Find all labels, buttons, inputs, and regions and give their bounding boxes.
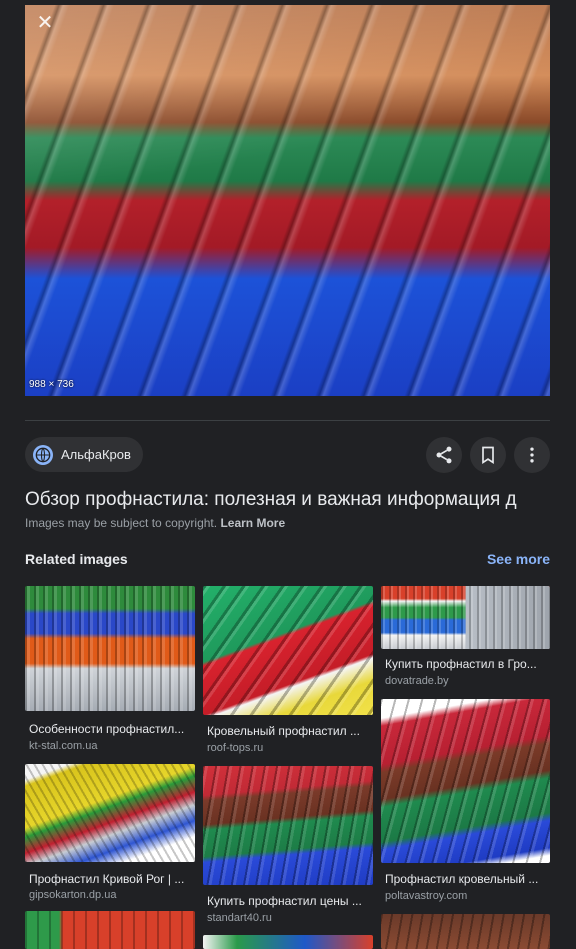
learn-more-link[interactable]: Learn More [220,516,285,530]
related-image-card[interactable]: Кровельный профнастил ... roof-tops.ru [203,586,373,756]
related-thumbnail [25,586,195,711]
source-chip[interactable]: АльфаКров [25,437,143,472]
more-options-button[interactable] [514,437,550,473]
related-thumbnail [203,586,373,715]
related-domain: gipsokarton.dp.ua [29,889,117,901]
copyright-text: Images may be subject to copyright. [25,516,218,530]
close-icon[interactable]: ✕ [35,13,55,33]
related-domain: poltavastroy.com [385,890,468,902]
related-caption: Профнастил кровельный ... [385,872,539,886]
related-image-card[interactable]: Купить профнастил цены ... standart40.ru [203,766,373,926]
related-thumbnail [203,935,373,949]
share-icon [436,446,452,464]
bookmark-icon [482,446,494,465]
related-image-card[interactable]: Особенности профнастил... kt-stal.com.ua [25,586,195,756]
related-thumbnail [381,914,550,949]
related-thumbnail [25,911,195,949]
share-button[interactable] [426,437,462,473]
related-image-card[interactable] [25,911,195,949]
related-caption: Кровельный профнастил ... [207,724,360,738]
related-images-heading: Related images [25,551,128,567]
related-image-card[interactable] [381,914,550,949]
related-caption: Особенности профнастил... [29,722,185,736]
main-image[interactable]: ✕ 988 × 736 [25,5,550,396]
related-caption: Купить профнастил цены ... [207,894,362,908]
related-thumbnail [203,766,373,885]
globe-icon [33,444,53,465]
copyright-notice: Images may be subject to copyright. Lear… [25,516,285,530]
see-more-link[interactable]: See more [487,551,550,567]
related-domain: dovatrade.by [385,675,449,687]
related-domain: roof-tops.ru [207,742,264,754]
related-caption: Профнастил Кривой Рог | ... [29,872,185,886]
related-domain: standart40.ru [207,912,272,924]
related-image-card[interactable]: Профнастил кровельный ... poltavastroy.c… [381,699,550,906]
related-image-card[interactable]: Профнастил Кривой Рог | ... gipsokarton.… [25,764,195,904]
related-image-card[interactable] [203,935,373,949]
result-title[interactable]: Обзор профнастила: полезная и важная инф… [25,489,550,511]
more-vert-icon [530,447,534,463]
related-image-card[interactable]: Купить профнастил в Гро... dovatrade.by [381,586,550,694]
image-texture [25,5,550,396]
save-button[interactable] [470,437,506,473]
related-domain: kt-stal.com.ua [29,740,98,752]
related-thumbnail [25,764,195,862]
image-dimensions: 988 × 736 [29,379,74,390]
related-caption: Купить профнастил в Гро... [385,657,537,671]
source-name: АльфаКров [61,447,131,462]
divider [25,420,550,421]
related-thumbnail [381,699,550,863]
related-thumbnail [381,586,550,649]
